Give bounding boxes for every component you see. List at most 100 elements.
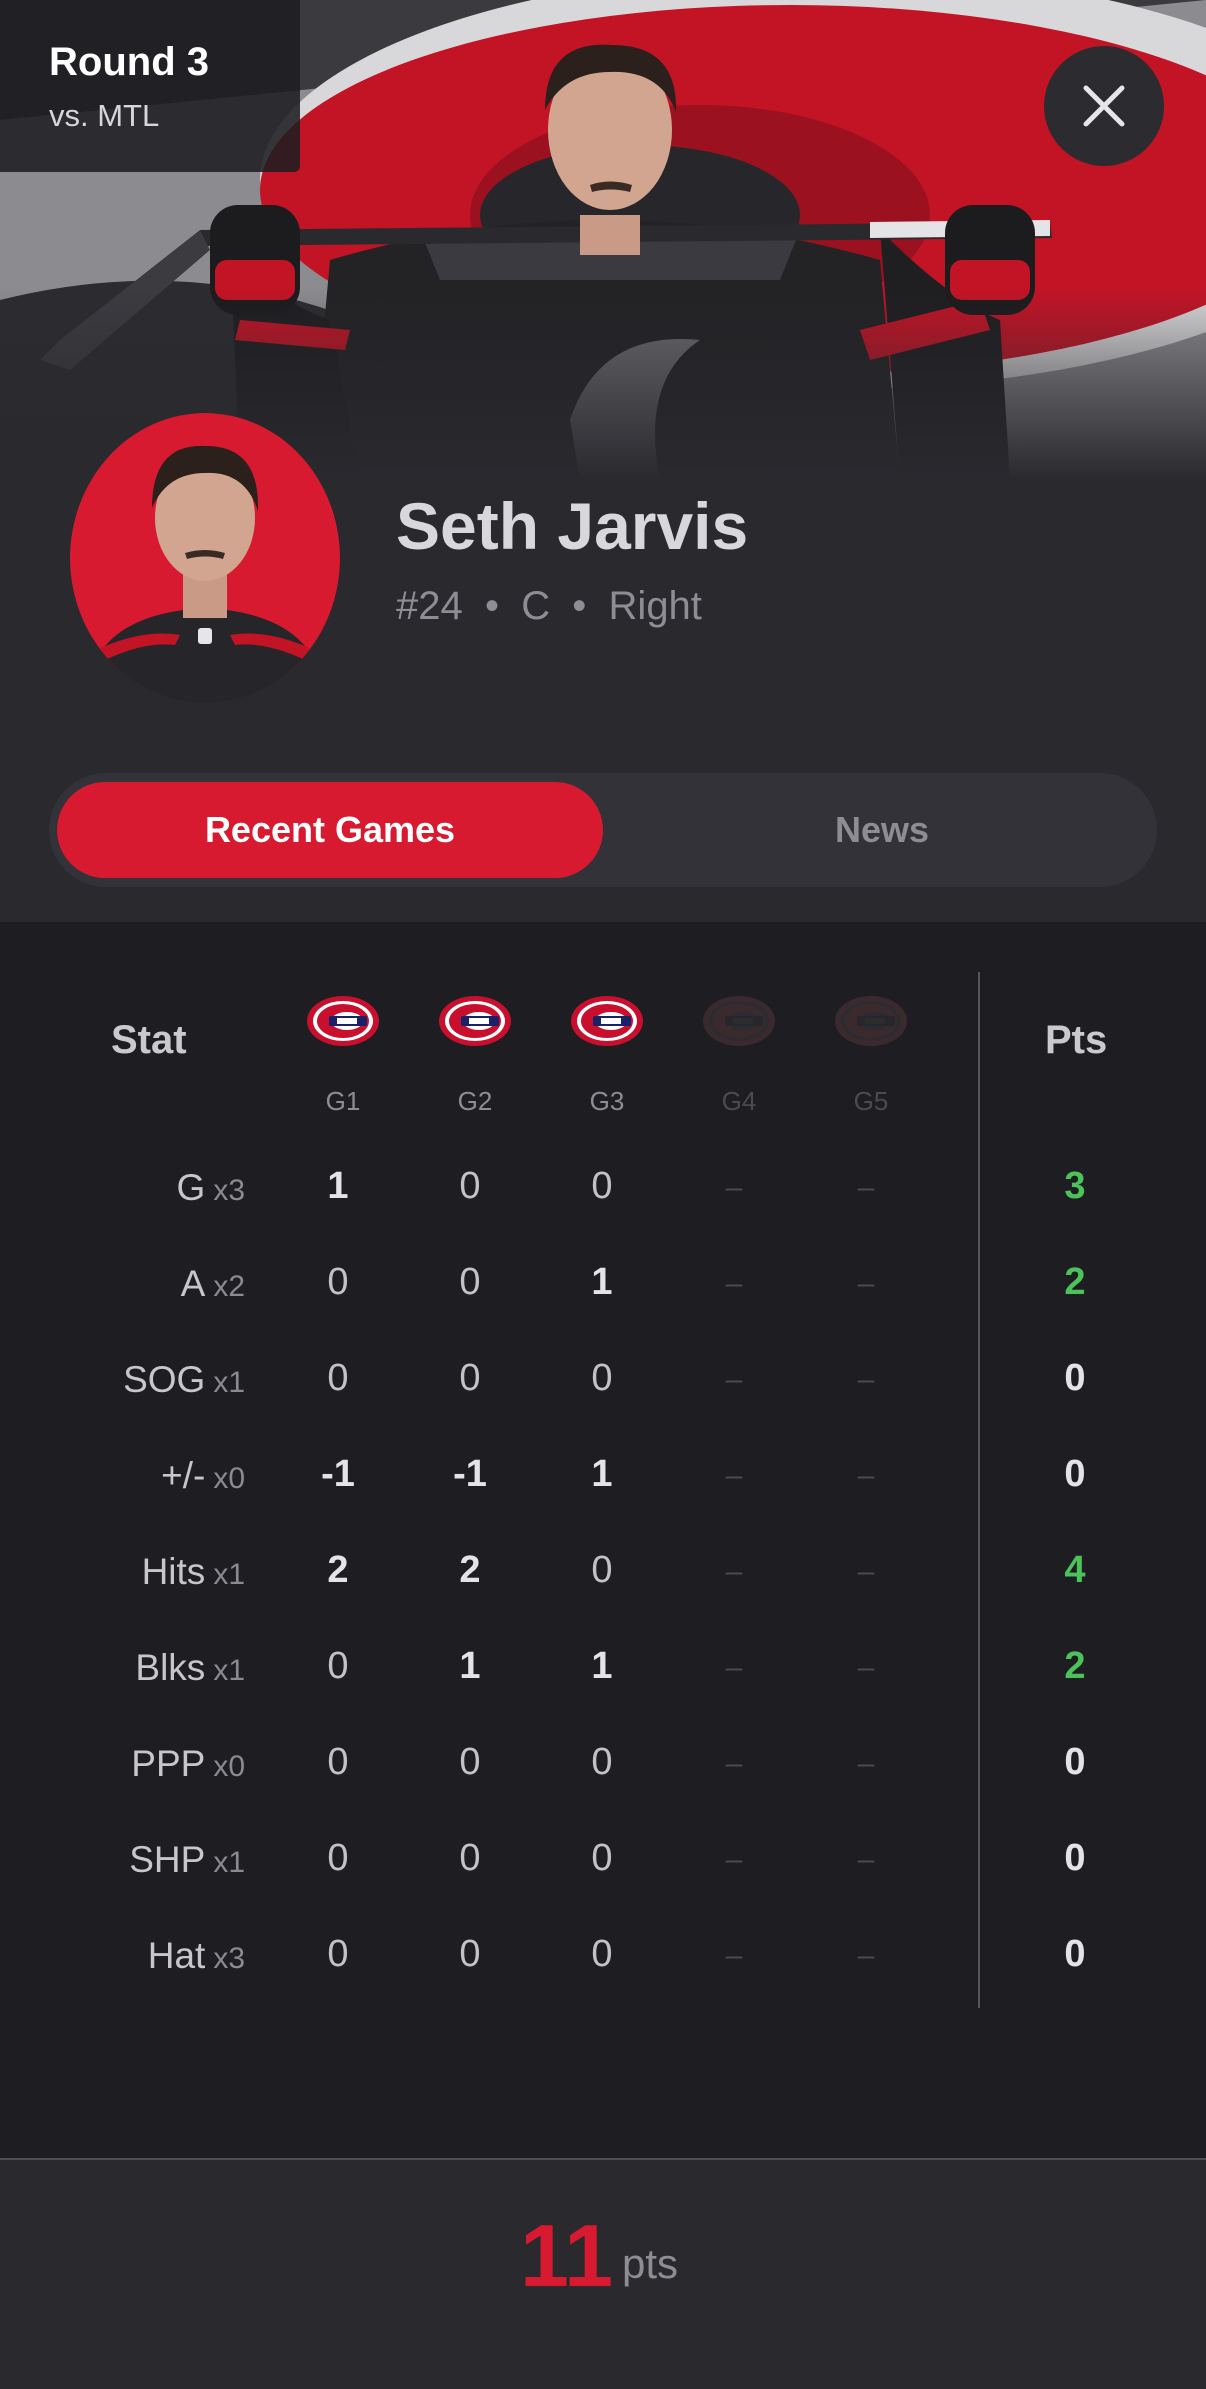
stat-cell: 0 [591, 1741, 613, 1783]
stat-cell: 2 [459, 1549, 481, 1591]
team-logo-icon [833, 994, 909, 1048]
stat-multiplier: x1 [213, 1846, 245, 1879]
stat-cell: 0 [591, 1165, 613, 1207]
stat-name: A [180, 1263, 206, 1304]
game-label: G2 [457, 1086, 493, 1116]
stat-cell: – [857, 1939, 875, 1972]
stat-cell: 1 [591, 1645, 613, 1687]
stat-cell: – [725, 1747, 743, 1780]
stat-cell: 0 [459, 1741, 481, 1783]
stat-cell: 0 [459, 1261, 481, 1303]
row-points: 4 [1064, 1549, 1086, 1591]
game-label: G1 [325, 1086, 361, 1116]
pts-divider [978, 972, 980, 2008]
stat-cell: 0 [591, 1357, 613, 1399]
player-avatar [70, 413, 340, 703]
row-points: 0 [1064, 1837, 1086, 1879]
close-icon [1083, 85, 1125, 127]
stat-cell: – [725, 1267, 743, 1300]
row-points: 0 [1064, 1357, 1086, 1399]
stat-cell: – [725, 1459, 743, 1492]
stat-label: SHP x1 [0, 1839, 245, 1881]
stat-cell: 0 [327, 1933, 349, 1975]
tab-news[interactable]: News [615, 782, 1149, 878]
player-meta: #24 • C • Right [396, 584, 702, 628]
stat-name: +/- [161, 1455, 206, 1496]
stat-label: Gx3 [0, 1167, 245, 1209]
stat-label: +/- x0 [0, 1455, 245, 1497]
round-title: Round 3 [49, 40, 209, 84]
stat-cell: – [725, 1843, 743, 1876]
team-logo-icon [305, 994, 381, 1048]
stat-cell: 0 [459, 1357, 481, 1399]
team-logo-icon [569, 994, 645, 1048]
stat-name: Hat [147, 1935, 206, 1976]
stat-cell: 0 [459, 1165, 481, 1207]
stat-cell: – [857, 1171, 875, 1204]
close-button[interactable] [1044, 46, 1164, 166]
stat-cell: 0 [327, 1357, 349, 1399]
game-label: G3 [589, 1086, 625, 1116]
stat-cell: 0 [327, 1837, 349, 1879]
tab-recent-games[interactable]: Recent Games [57, 782, 603, 878]
stat-cell: 1 [327, 1165, 349, 1207]
total-points-value: 11 [520, 2206, 614, 2305]
stat-label: Hits x1 [0, 1551, 245, 1593]
stat-cell: 0 [591, 1837, 613, 1879]
stat-cell: – [857, 1363, 875, 1396]
stat-cell: – [857, 1843, 875, 1876]
stat-label: PPP x0 [0, 1743, 245, 1785]
stat-cell: – [725, 1939, 743, 1972]
stat-cell: -1 [453, 1453, 487, 1495]
stat-multiplier: x0 [213, 1750, 245, 1783]
stat-cell: – [725, 1651, 743, 1684]
total-points-unit: pts [622, 2240, 679, 2287]
stat-cell: – [857, 1651, 875, 1684]
stat-cell: 0 [591, 1549, 613, 1591]
row-points: 3 [1064, 1165, 1086, 1207]
stat-multiplier: x1 [213, 1654, 245, 1687]
stat-name: Blks [135, 1647, 206, 1688]
stat-cell: – [857, 1267, 875, 1300]
game-label: G5 [853, 1086, 889, 1116]
stat-multiplier: x3 [213, 1942, 245, 1975]
opponent-label: vs. MTL [49, 98, 160, 133]
stat-cell: 1 [591, 1261, 613, 1303]
pts-header: Pts [1045, 1018, 1108, 1062]
player-name: Seth Jarvis [396, 489, 749, 563]
stat-cell: – [725, 1363, 743, 1396]
stat-cell: 0 [459, 1933, 481, 1975]
stat-cell: – [725, 1555, 743, 1588]
row-points: 2 [1064, 1261, 1086, 1303]
stat-cell: 0 [327, 1741, 349, 1783]
stat-cell: 1 [591, 1453, 613, 1495]
stat-cell: 0 [591, 1933, 613, 1975]
stat-name: G [176, 1167, 206, 1208]
stat-multiplier: x1 [213, 1366, 245, 1399]
stat-multiplier: x3 [213, 1174, 245, 1207]
stat-label: Ax2 [0, 1263, 245, 1305]
row-points: 0 [1064, 1741, 1086, 1783]
stat-cell: 0 [459, 1837, 481, 1879]
row-points: 0 [1064, 1933, 1086, 1975]
tab-bar: Recent Games News [49, 773, 1157, 887]
stat-cell: 1 [459, 1645, 481, 1687]
round-badge: Round 3 vs. MTL [0, 0, 300, 172]
row-points: 2 [1064, 1645, 1086, 1687]
stat-name: SHP [129, 1839, 206, 1880]
stat-label: SOG x1 [0, 1359, 245, 1401]
stat-cell: 0 [327, 1261, 349, 1303]
stat-cell: 0 [327, 1645, 349, 1687]
stat-cell: -1 [321, 1453, 355, 1495]
team-logo-icon [437, 994, 513, 1048]
stat-cell: 2 [327, 1549, 349, 1591]
stat-cell: – [857, 1555, 875, 1588]
stat-name: Hits [141, 1551, 206, 1592]
row-points: 0 [1064, 1453, 1086, 1495]
stat-multiplier: x1 [213, 1558, 245, 1591]
stat-label: Blks x1 [0, 1647, 245, 1689]
game-label: G4 [721, 1086, 757, 1116]
team-logo-icon [701, 994, 777, 1048]
stat-name: SOG [123, 1359, 206, 1400]
stat-label: Hat x3 [0, 1935, 245, 1977]
